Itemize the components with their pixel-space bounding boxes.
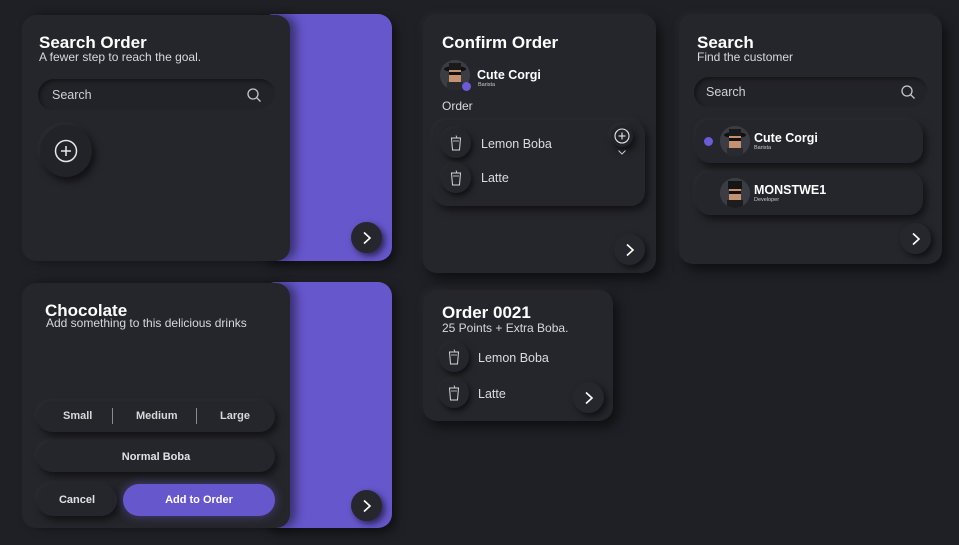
selected-dot: [704, 137, 713, 146]
size-option-medium[interactable]: Medium: [136, 410, 178, 422]
order-item: Latte: [478, 387, 506, 401]
user-name: Cute Corgi: [477, 68, 541, 82]
search-icon[interactable]: [900, 84, 916, 100]
drink-icon: [439, 378, 469, 408]
customer-search-input[interactable]: Search: [694, 77, 928, 108]
plus-circle-icon: [54, 139, 78, 163]
chocolate-next-button[interactable]: [351, 490, 382, 521]
drink-icon: [441, 128, 471, 158]
search-icon[interactable]: [246, 87, 262, 103]
add-item-button[interactable]: [611, 125, 633, 147]
order-summary-next-button[interactable]: [573, 382, 604, 413]
search-order-card: Search Order A fewer step to reach the g…: [22, 15, 290, 261]
chevron-right-icon: [584, 391, 593, 404]
customer-role: Developer: [754, 197, 780, 203]
chevron-right-icon: [362, 499, 371, 512]
customer-list-item[interactable]: Cute Corgi Barista: [696, 120, 923, 163]
order-item: Latte: [481, 171, 509, 185]
confirm-order-title: Confirm Order: [442, 33, 559, 52]
cancel-button[interactable]: Cancel: [37, 484, 117, 516]
size-divider: [196, 408, 197, 424]
chevron-right-icon: [911, 232, 920, 245]
order-item: Lemon Boba: [481, 137, 552, 151]
size-selector: Small Medium Large: [37, 401, 275, 432]
plus-circle-icon: [614, 128, 630, 144]
drink-icon: [439, 342, 469, 372]
topping-select[interactable]: Normal Boba: [37, 441, 275, 472]
cancel-label: Cancel: [58, 494, 96, 506]
status-dot: [462, 82, 471, 91]
chocolate-subtitle: Add something to this delicious drinks: [46, 316, 247, 330]
order-summary-title: Order 0021: [442, 303, 531, 322]
add-to-order-button[interactable]: Add to Order: [123, 484, 275, 516]
customer-avatar: [720, 178, 750, 208]
order-summary-subtitle: 25 Points + Extra Boba.: [442, 321, 569, 335]
search-placeholder: Search: [52, 88, 92, 102]
customer-role: Barista: [754, 145, 772, 151]
chocolate-card: Chocolate Add something to this deliciou…: [22, 283, 290, 528]
customer-name: Cute Corgi: [754, 131, 818, 145]
confirm-order-card: Confirm Order Cute Corgi Barista Order L…: [423, 14, 656, 273]
topping-label: Normal Boba: [121, 450, 191, 463]
search-customer-subtitle: Find the customer: [697, 50, 794, 64]
add-to-order-label: Add to Order: [165, 494, 233, 506]
size-divider: [112, 408, 113, 424]
search-customer-card: Search Find the customer Search Cute Cor…: [679, 14, 942, 264]
drink-icon: [441, 163, 471, 193]
search-order-next-button[interactable]: [351, 222, 382, 253]
customer-name: MONSTWE1: [754, 183, 827, 197]
customer-list-item[interactable]: MONSTWE1 Developer: [696, 172, 923, 215]
order-item: Lemon Boba: [478, 351, 549, 365]
search-customer-next-button[interactable]: [900, 223, 931, 254]
size-option-small[interactable]: Small: [63, 410, 92, 422]
order-section-label: Order: [442, 99, 473, 113]
search-placeholder: Search: [706, 85, 746, 99]
search-order-subtitle: A fewer step to reach the goal.: [39, 50, 202, 64]
chevron-right-icon: [362, 231, 371, 244]
confirm-order-next-button[interactable]: [614, 234, 645, 265]
add-order-button[interactable]: [40, 125, 92, 177]
order-items-panel: Lemon Boba Latte: [433, 120, 645, 206]
order-summary-card: Order 0021 25 Points + Extra Boba. Lemon…: [423, 290, 613, 421]
customer-avatar: [720, 126, 750, 156]
search-input[interactable]: Search: [38, 79, 276, 111]
chevron-right-icon: [625, 243, 634, 256]
chevron-down-icon[interactable]: [617, 149, 627, 156]
user-role: Barista: [478, 82, 496, 88]
size-option-large[interactable]: Large: [220, 410, 250, 422]
